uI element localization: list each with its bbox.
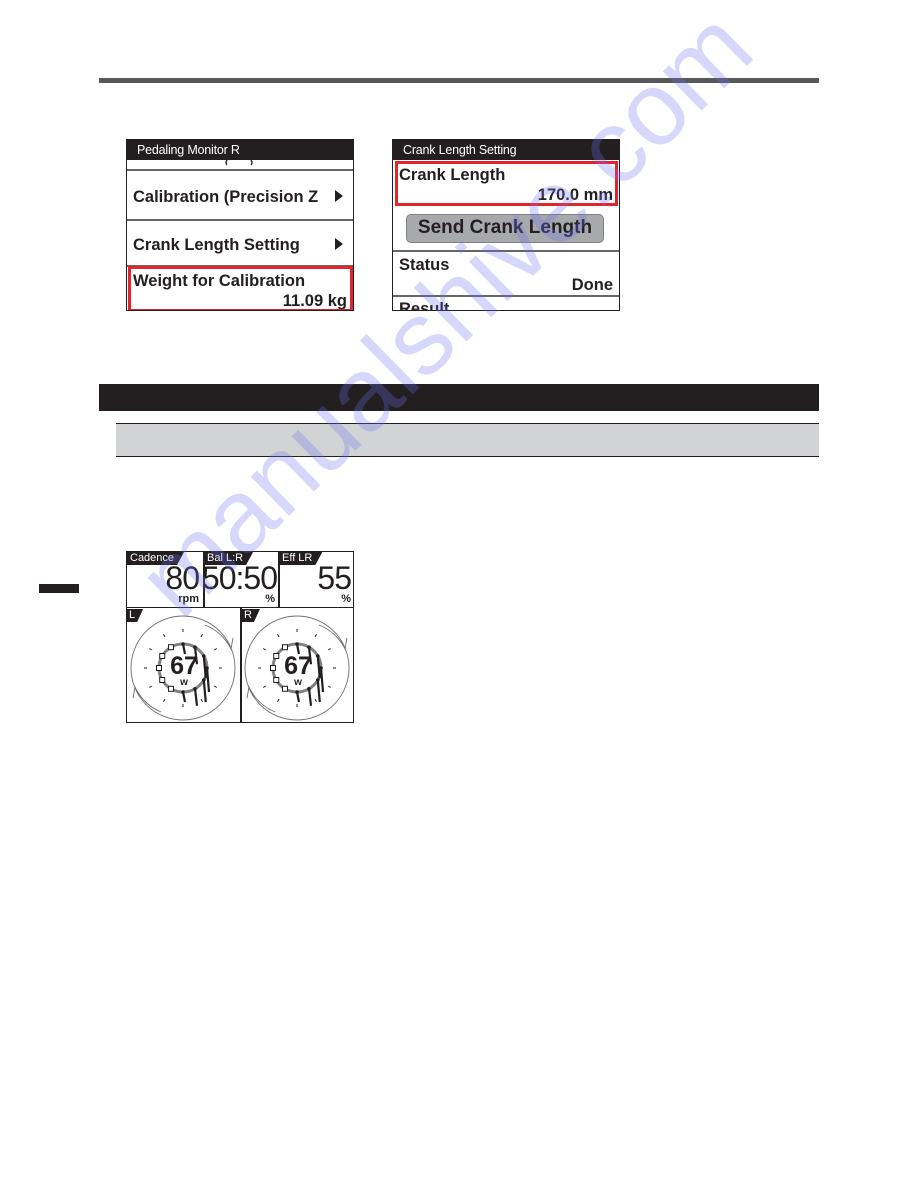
status-value: Done: [571, 276, 613, 294]
vector-point: [295, 642, 299, 646]
efficiency-label: Eff LR: [279, 552, 322, 565]
tick-mark: [314, 698, 317, 703]
pedaling-monitor-data-screen: Cadence 80 rpm Bal L:R 50:50 % Eff LR 55…: [126, 551, 354, 723]
pedaling-monitor-menu-screen: Pedaling Monitor R Calibration (Precisio…: [126, 139, 354, 311]
section-heading-bar: [99, 384, 819, 411]
tick-mark: [213, 685, 218, 688]
right-power-value: 67: [284, 652, 312, 680]
status-row: Status Done: [393, 252, 619, 297]
status-label: Status: [399, 256, 450, 274]
vector-point: [295, 690, 299, 694]
menu-item-label: Calibration (Precision Z: [133, 188, 319, 206]
right-power-unit: w: [294, 677, 302, 688]
crank-length-setting-screen: Crank Length Setting Crank Length 170.0 …: [392, 139, 620, 311]
tick-mark: [213, 648, 218, 651]
chevron-right-icon: [335, 238, 343, 250]
tick-mark: [327, 648, 332, 651]
rotation-arrow-arc: [318, 624, 345, 648]
chapter-tab-marker: [39, 584, 79, 593]
screen-title: Crank Length Setting: [393, 140, 619, 160]
tick-mark: [200, 633, 203, 638]
balance-unit: %: [265, 593, 275, 605]
top-rule: [99, 78, 819, 83]
rotation-arrow-arc: [249, 688, 276, 713]
tick-mark: [200, 698, 203, 703]
tick-mark: [262, 648, 267, 651]
left-power-value: 67: [170, 652, 198, 680]
tick-mark: [262, 685, 267, 688]
tick-mark: [327, 685, 332, 688]
menu-item-calibration[interactable]: Calibration (Precision Z: [127, 171, 353, 221]
efficiency-value: 55: [317, 560, 352, 596]
tick-mark: [314, 633, 317, 638]
result-row: Result: [393, 297, 619, 311]
result-label: Result: [399, 300, 450, 311]
vector-point: [193, 645, 197, 650]
force-vector: [193, 688, 199, 706]
vector-point: [168, 644, 174, 651]
subsection-heading-bar: [116, 423, 819, 457]
vector-point: [307, 645, 311, 650]
vector-point: [181, 642, 185, 646]
menu-item-label: Crank Length Setting: [133, 236, 300, 254]
cadence-value: 80: [165, 560, 200, 596]
balance-field: Bal L:R 50:50 %: [201, 552, 279, 608]
tick-mark: [148, 685, 153, 688]
efficiency-field: Eff LR 55 %: [279, 552, 353, 608]
send-crank-length-button[interactable]: Send Crank Length: [406, 214, 604, 243]
partial-text-fragment: [225, 160, 253, 166]
tick-mark: [163, 633, 166, 638]
balance-value: 50:50: [201, 560, 278, 596]
tick-mark: [163, 698, 166, 703]
tick-mark: [148, 648, 153, 651]
tick-mark: [277, 633, 280, 638]
vector-point: [181, 690, 185, 694]
cadence-field: Cadence 80 rpm: [127, 552, 203, 608]
chevron-right-icon: [335, 190, 343, 202]
rotation-arrow-arc: [204, 624, 231, 648]
left-power-unit: w: [180, 677, 188, 688]
efficiency-unit: %: [341, 593, 351, 605]
cadence-unit: rpm: [178, 593, 199, 605]
highlight-box: [395, 161, 618, 206]
force-vector: [307, 688, 313, 706]
menu-item-crank-length-setting[interactable]: Crank Length Setting: [127, 221, 353, 267]
highlight-box: [128, 266, 353, 310]
rotation-arrow-arc: [135, 688, 162, 713]
tick-mark: [277, 698, 280, 703]
vector-point: [282, 644, 288, 651]
menu-item-partial[interactable]: [127, 160, 353, 171]
screen-title: Pedaling Monitor R: [127, 140, 353, 160]
